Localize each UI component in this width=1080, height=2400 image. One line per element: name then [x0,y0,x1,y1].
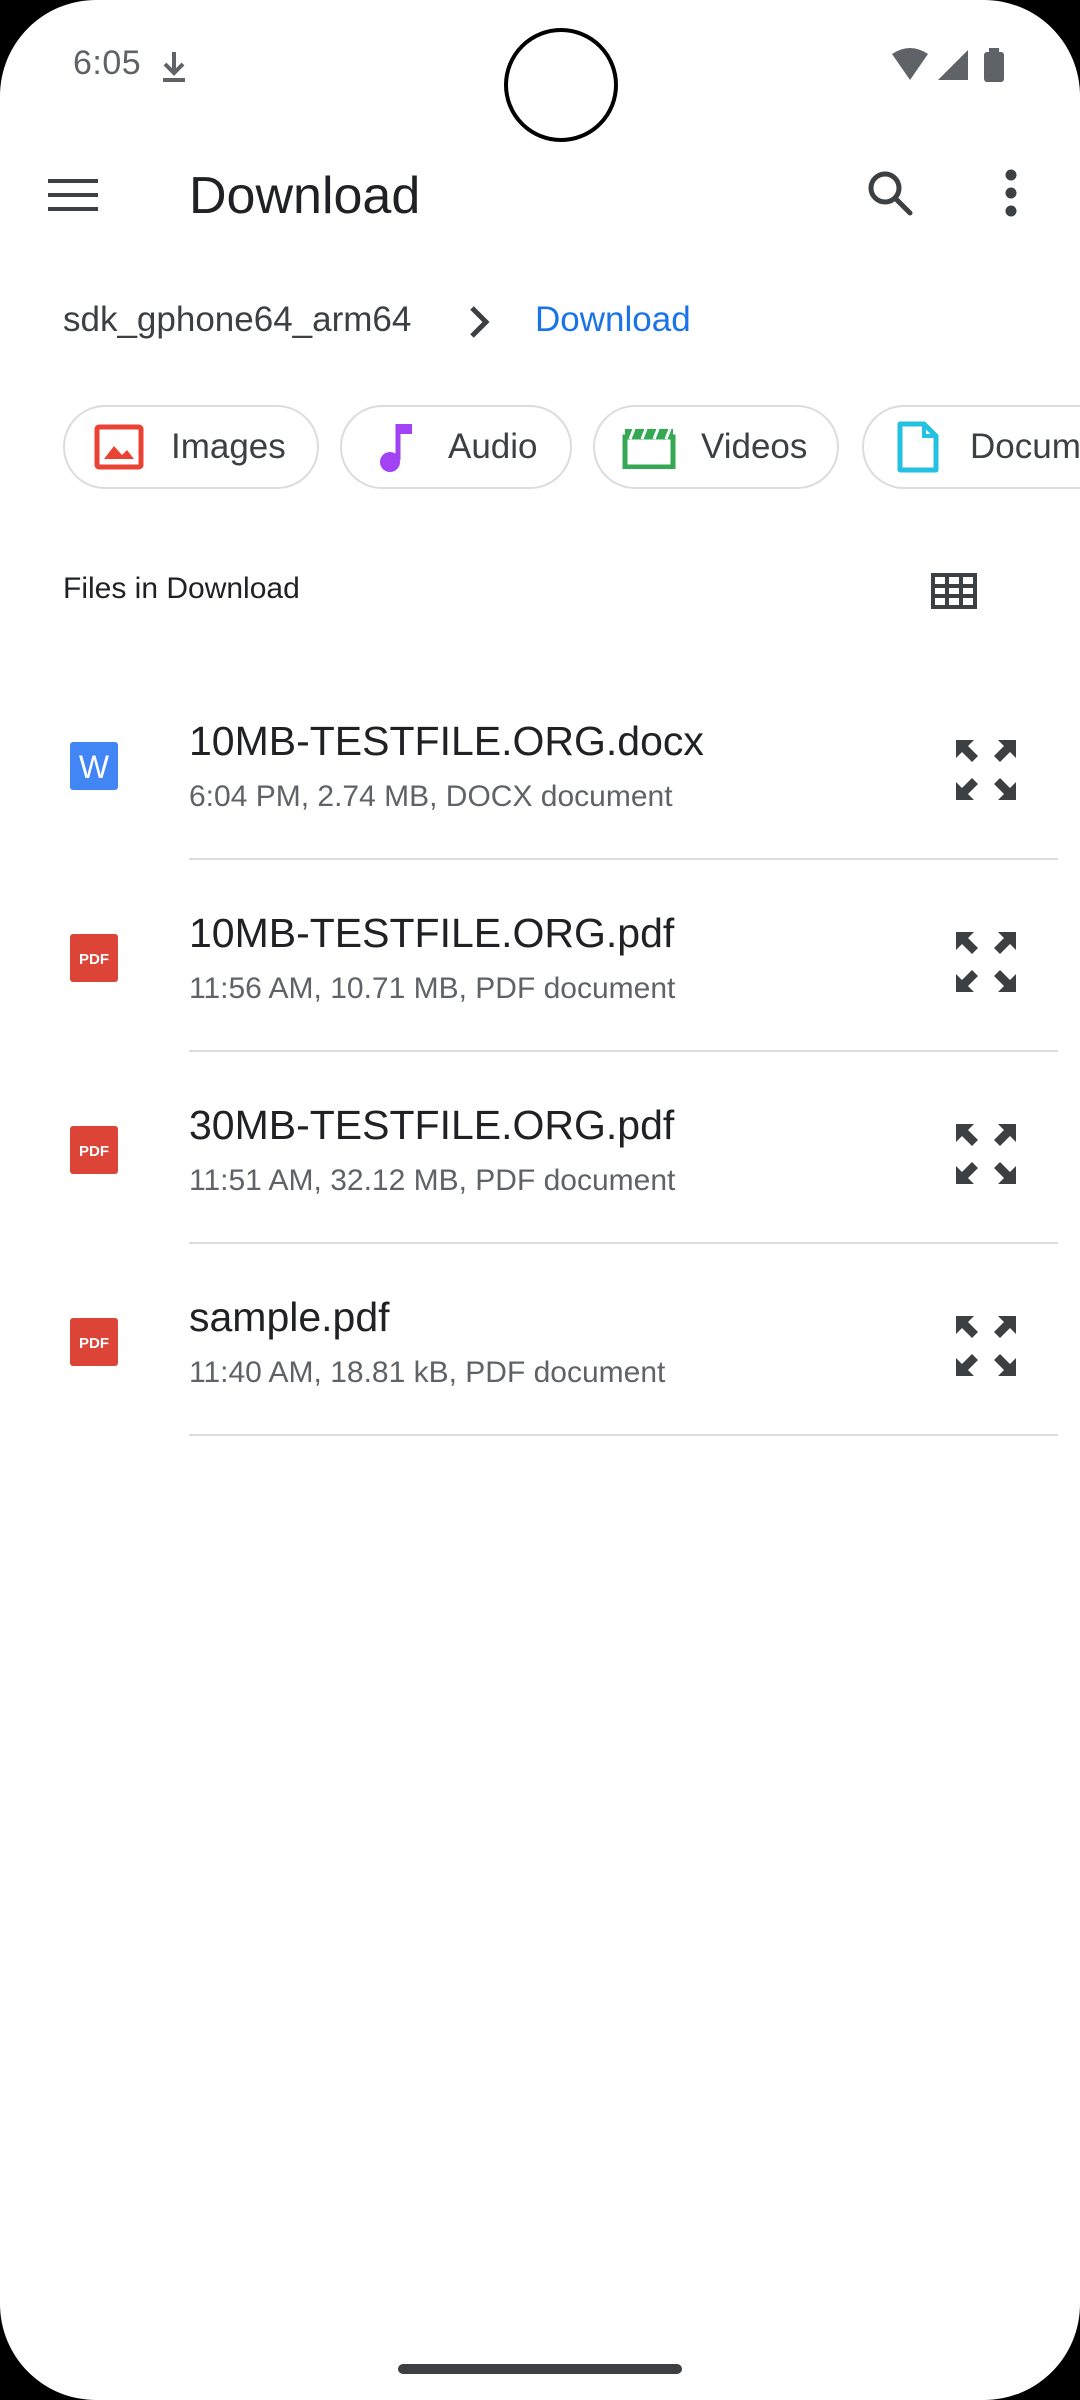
preview-button[interactable] [946,922,1026,1002]
preview-button[interactable] [946,1114,1026,1194]
svg-text:PDF: PDF [79,951,109,968]
expand-icon [956,1316,1016,1376]
file-meta: 11:40 AM, 18.81 kB, PDF document [189,1356,666,1389]
chip-images[interactable]: Images [63,405,319,489]
list-item[interactable]: W 10MB-TESTFILE.ORG.docx 6:04 PM, 2.74 M… [0,668,1080,860]
image-icon [89,417,149,477]
svg-text:PDF: PDF [79,1143,109,1160]
file-meta: 11:56 AM, 10.71 MB, PDF document [189,972,676,1005]
hamburger-menu-icon [48,179,98,211]
divider [189,1434,1058,1436]
grid-view-button[interactable] [918,555,990,627]
chip-label: Audio [448,427,538,466]
preview-button[interactable] [946,1306,1026,1386]
breadcrumb-current[interactable]: Download [535,300,691,340]
download-status-icon [160,48,188,89]
svg-text:W: W [79,749,110,785]
file-name: 10MB-TESTFILE.ORG.pdf [189,910,675,956]
cellular-icon [938,50,968,80]
preview-button[interactable] [946,730,1026,810]
music-note-icon [366,417,426,477]
section-title: Files in Download [63,572,300,605]
page-title: Download [189,167,421,225]
file-meta: 11:51 AM, 32.12 MB, PDF document [189,1164,676,1197]
list-item[interactable]: PDF sample.pdf 11:40 AM, 18.81 kB, PDF d… [0,1244,1080,1436]
file-name: 30MB-TESTFILE.ORG.pdf [189,1102,675,1148]
movie-icon [619,417,679,477]
home-indicator[interactable] [398,2364,682,2374]
pdf-icon: PDF [70,934,118,982]
chip-audio[interactable]: Audio [340,405,572,489]
status-icons [890,46,1020,91]
chip-label: Videos [701,427,808,466]
chip-documents[interactable]: Docum [862,405,1080,489]
expand-icon [956,932,1016,992]
battery-icon [984,48,1004,82]
wifi-icon [892,48,928,80]
status-time: 6:05 [73,44,142,82]
file-name: 10MB-TESTFILE.ORG.docx [189,718,704,764]
more-options-button[interactable] [976,158,1046,228]
chip-label: Images [171,427,286,466]
chip-label: Docum [970,427,1080,466]
file-name: sample.pdf [189,1294,390,1340]
more-vert-icon [1005,169,1017,217]
search-icon [868,171,913,216]
pdf-icon: PDF [70,1318,118,1366]
search-button[interactable] [855,158,925,228]
word-document-icon: W [70,742,118,790]
breadcrumb-root[interactable]: sdk_gphone64_arm64 [63,300,411,340]
expand-icon [956,1124,1016,1184]
grid-view-icon [931,573,977,609]
chevron-right-icon [464,302,494,347]
list-item[interactable]: PDF 30MB-TESTFILE.ORG.pdf 11:51 AM, 32.1… [0,1052,1080,1244]
screen: 6:05 Download sdk_gphone64_arm64 Downloa… [0,0,1080,2400]
pdf-icon: PDF [70,1126,118,1174]
expand-icon [956,740,1016,800]
chip-videos[interactable]: Videos [593,405,839,489]
camera-cutout [504,28,618,142]
document-icon [888,417,948,477]
svg-text:PDF: PDF [79,1335,109,1352]
list-item[interactable]: PDF 10MB-TESTFILE.ORG.pdf 11:56 AM, 10.7… [0,860,1080,1052]
file-meta: 6:04 PM, 2.74 MB, DOCX document [189,780,673,813]
menu-button[interactable] [38,160,108,230]
